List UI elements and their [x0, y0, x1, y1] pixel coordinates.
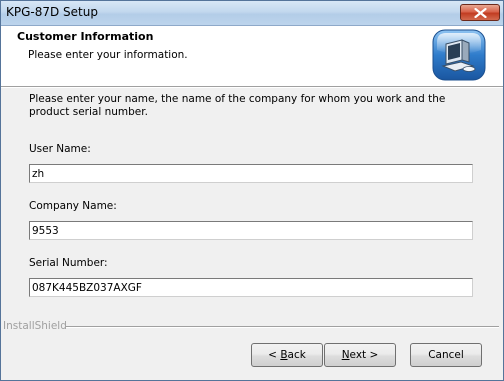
- page-title: Customer Information: [17, 30, 154, 43]
- instruction-text: Please enter your name, the name of the …: [29, 93, 446, 118]
- company-name-input[interactable]: [29, 221, 473, 240]
- next-button[interactable]: Next >: [324, 343, 396, 367]
- header-panel: Customer Information Please enter your i…: [1, 26, 503, 87]
- header-divider: [1, 87, 503, 88]
- page-subtitle: Please enter your information.: [28, 49, 188, 61]
- close-icon: [474, 8, 487, 18]
- title-bar[interactable]: KPG-87D Setup: [1, 1, 503, 26]
- window-title: KPG-87D Setup: [6, 5, 98, 19]
- user-name-label: User Name:: [29, 143, 91, 155]
- setup-dialog: KPG-87D Setup Customer Information Pleas…: [0, 0, 504, 381]
- close-button[interactable]: [460, 4, 500, 21]
- installer-computer-icon: [432, 29, 486, 81]
- serial-number-input[interactable]: [29, 278, 473, 297]
- cancel-button[interactable]: Cancel: [410, 343, 482, 367]
- back-button-prefix: <: [268, 349, 281, 361]
- back-button[interactable]: < Back: [251, 343, 323, 367]
- installshield-brand: InstallShield: [3, 320, 67, 332]
- back-button-mnemonic: B: [280, 349, 288, 361]
- back-button-label: ack: [287, 349, 306, 361]
- next-button-mnemonic: N: [341, 349, 350, 361]
- cancel-button-label: Cancel: [428, 349, 464, 361]
- user-name-input[interactable]: [29, 164, 473, 183]
- next-button-label: ext >: [349, 349, 379, 361]
- footer-divider: [66, 326, 499, 328]
- company-name-label: Company Name:: [29, 200, 117, 212]
- serial-number-label: Serial Number:: [29, 257, 108, 269]
